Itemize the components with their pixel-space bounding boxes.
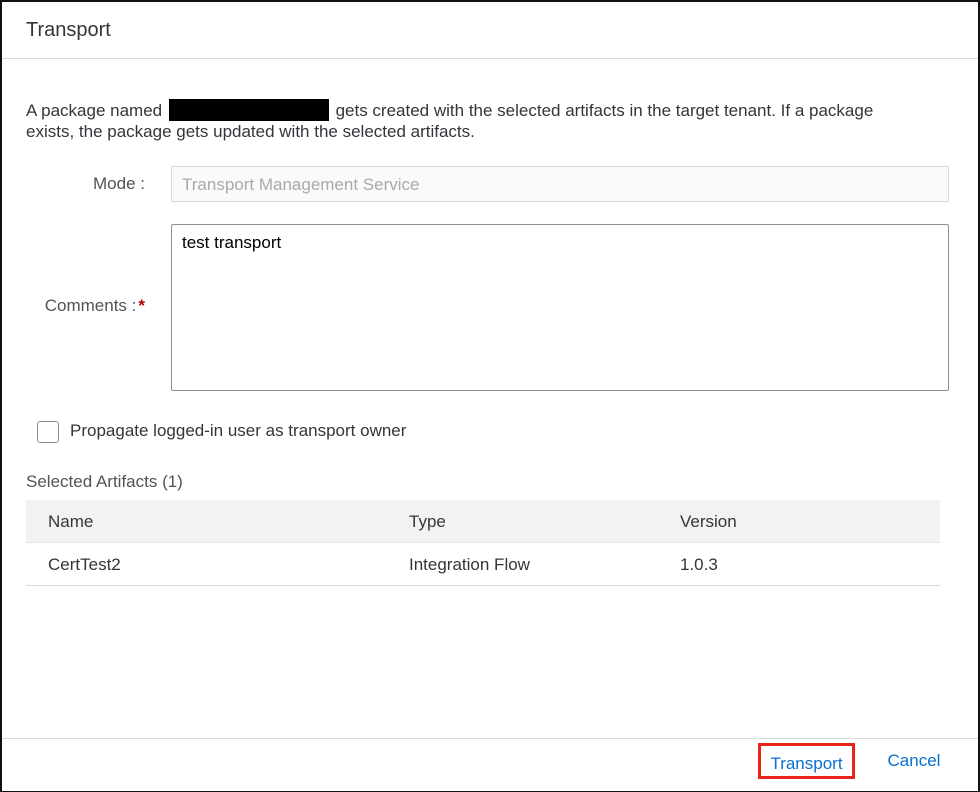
mode-label: Mode : <box>93 174 145 193</box>
transport-button[interactable]: Transport <box>758 743 855 779</box>
dialog-footer: Transport Cancel <box>2 738 978 791</box>
mode-value: Transport Management Service <box>182 175 420 194</box>
transport-dialog: Transport A package named gets created w… <box>0 0 980 792</box>
cancel-button[interactable]: Cancel <box>874 743 954 779</box>
table-row[interactable]: CertTest2 Integration Flow 1.0.3 <box>26 543 940 586</box>
comments-textarea[interactable]: test transport <box>171 224 949 391</box>
artifact-name: CertTest2 <box>48 555 121 574</box>
comments-label: Comments : <box>44 296 137 315</box>
artifact-type: Integration Flow <box>409 555 530 574</box>
mode-field: Transport Management Service <box>171 166 949 202</box>
comments-label-wrapper: Comments : * <box>22 296 145 316</box>
intro-text: A package named gets created with the se… <box>26 99 926 142</box>
artifact-version: 1.0.3 <box>680 555 718 574</box>
artifacts-table: Name Type Version CertTest2 Integration … <box>26 500 940 586</box>
column-header-name: Name <box>48 512 94 531</box>
comments-value: test transport <box>182 233 282 252</box>
intro-text-before: A package named <box>26 101 163 120</box>
required-marker: * <box>138 296 145 315</box>
propagate-user-checkbox[interactable] <box>37 421 59 443</box>
propagate-user-checkbox-label[interactable]: Propagate logged-in user as transport ow… <box>70 421 406 441</box>
table-header: Name Type Version <box>26 500 940 543</box>
dialog-header: Transport <box>2 2 978 59</box>
column-header-type: Type <box>409 512 446 531</box>
dialog-title: Transport <box>26 19 111 41</box>
redacted-package-name <box>168 99 329 121</box>
selected-artifacts-title: Selected Artifacts (1) <box>26 472 183 491</box>
column-header-version: Version <box>680 512 737 531</box>
